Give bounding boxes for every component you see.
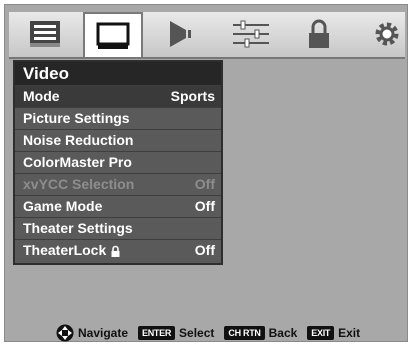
menu-item-theaterlock[interactable]: TheaterLock Off — [15, 239, 221, 261]
hint-back: CH RTN Back — [224, 326, 297, 340]
menu-item-value: Sports — [170, 88, 215, 104]
menu-title: Video — [15, 62, 221, 85]
tab-video[interactable] — [83, 12, 143, 57]
menu-tab-bar — [9, 12, 405, 59]
menu-item-noise-reduction[interactable]: Noise Reduction — [15, 129, 221, 151]
menu-item-label: xvYCC Selection — [23, 176, 135, 192]
menu-item-xvycc-selection: xvYCC Selection Off — [15, 173, 221, 195]
menu-item-game-mode[interactable]: Game Mode Off — [15, 195, 221, 217]
tab-locks[interactable] — [289, 14, 349, 54]
tab-audio[interactable] — [151, 14, 211, 54]
hint-label: Select — [179, 326, 215, 340]
menu-item-label: TheaterLock — [23, 242, 107, 258]
menu-item-picture-settings[interactable]: Picture Settings — [15, 107, 221, 129]
tab-preferences[interactable] — [221, 14, 281, 54]
menu-item-label: Game Mode — [23, 198, 103, 214]
setup-list-icon — [30, 21, 60, 47]
hint-label: Navigate — [78, 326, 129, 340]
lock-icon — [309, 19, 329, 48]
menu-item-label: Noise Reduction — [23, 132, 134, 148]
menu-item-value: Off — [194, 198, 215, 214]
hint-label: Back — [268, 326, 298, 340]
dpad-icon — [56, 324, 74, 342]
menu-item-theater-settings[interactable]: Theater Settings — [15, 217, 221, 239]
hint-select: ENTER Select — [138, 326, 214, 340]
tab-setup[interactable] — [15, 14, 75, 54]
hint-exit: EXIT Exit — [307, 326, 360, 340]
menu-item-value: Off — [194, 176, 215, 192]
hint-navigate: Navigate — [56, 324, 128, 342]
menu-item-mode[interactable]: Mode Sports — [15, 85, 221, 107]
menu-item-label: ColorMaster Pro — [23, 154, 132, 170]
chrtn-key-badge: CH RTN — [224, 326, 265, 340]
footer-hints: Navigate ENTER Select CH RTN Back EXIT E… — [56, 322, 360, 344]
menu-item-value: Off — [194, 242, 215, 258]
menu-item-label: Theater Settings — [23, 220, 133, 236]
video-menu: Video Mode Sports Picture Settings Noise… — [13, 60, 223, 265]
equalizer-sliders-icon — [233, 20, 269, 48]
tv-screen-icon — [96, 22, 130, 49]
gear-icon — [375, 22, 399, 46]
tab-setup-gear[interactable] — [357, 14, 412, 54]
hint-label: Exit — [338, 326, 361, 340]
menu-item-label: Picture Settings — [23, 110, 130, 126]
enter-key-badge: ENTER — [138, 326, 176, 340]
osd-screen: Video Mode Sports Picture Settings Noise… — [4, 4, 408, 342]
speaker-icon — [170, 21, 191, 47]
exit-key-badge: EXIT — [307, 326, 335, 340]
menu-item-colormaster-pro[interactable]: ColorMaster Pro — [15, 151, 221, 173]
lock-icon — [111, 245, 120, 257]
menu-item-label: Mode — [23, 88, 60, 104]
